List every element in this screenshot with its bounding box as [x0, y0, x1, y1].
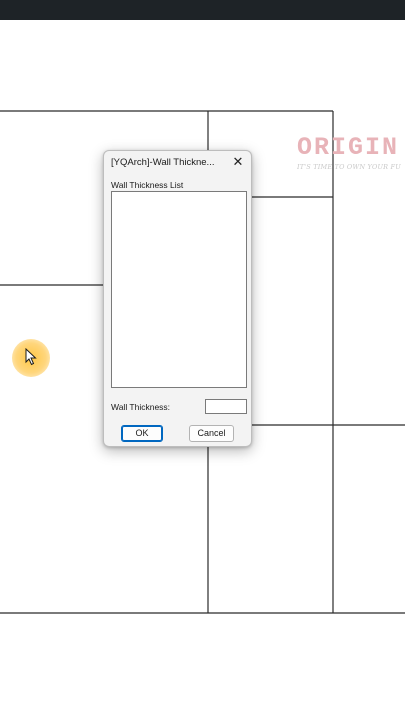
wall-thickness-list-label: Wall Thickness List [111, 180, 184, 190]
mouse-pointer-icon [25, 348, 37, 366]
wall-thickness-field-label: Wall Thickness: [111, 402, 171, 412]
ok-button[interactable]: OK [121, 425, 163, 442]
top-bar [0, 0, 405, 20]
dialog-title: [YQArch]-Wall Thickne... [111, 157, 215, 168]
watermark-tagline: IT'S TIME TO OWN YOUR FU [297, 163, 401, 171]
watermark: ORIGIN IT'S TIME TO OWN YOUR FU [297, 134, 405, 171]
cursor-highlight [12, 339, 50, 377]
wall-thickness-input[interactable] [205, 399, 247, 414]
wall-thickness-list[interactable] [111, 191, 247, 388]
watermark-logo: ORIGIN [297, 134, 400, 162]
cancel-button[interactable]: Cancel [189, 425, 234, 442]
wall-thickness-dialog: [YQArch]-Wall Thickne... ✕ Wall Thicknes… [103, 150, 252, 447]
close-icon[interactable]: ✕ [229, 154, 247, 170]
